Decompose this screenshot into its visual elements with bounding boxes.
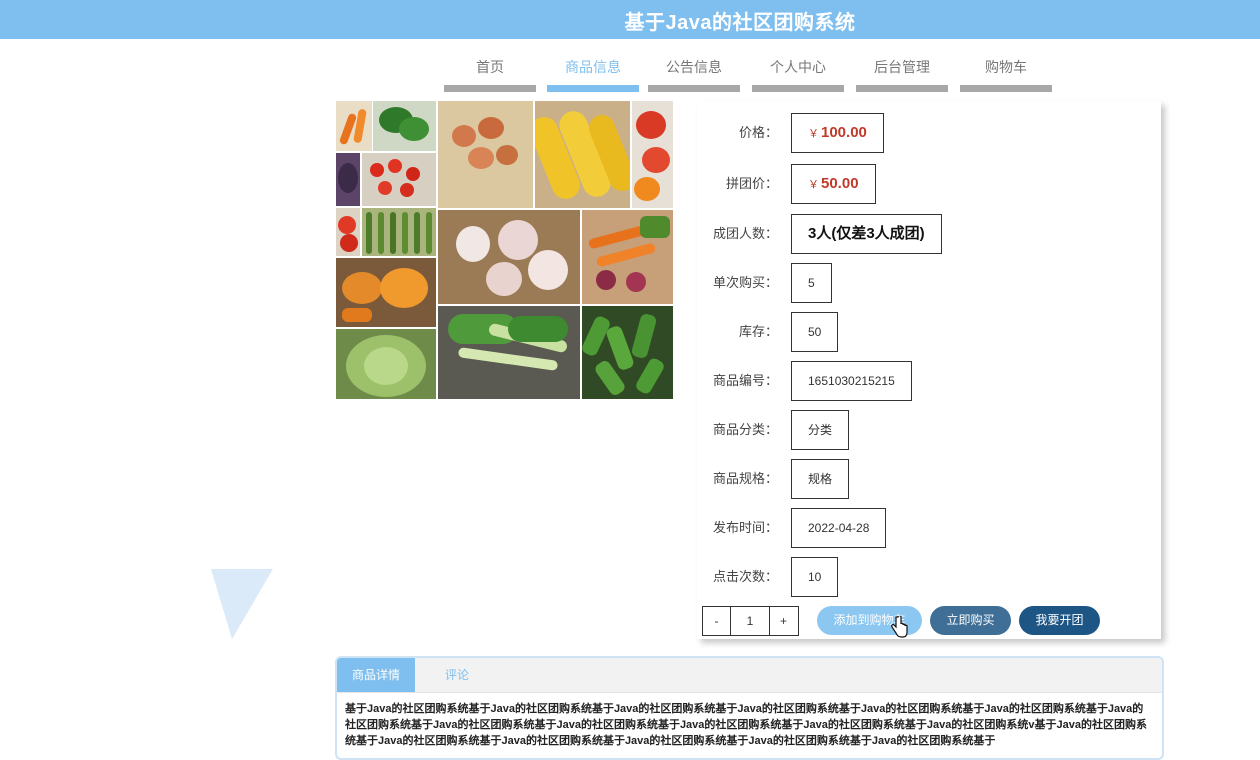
hand-cursor-icon: [891, 616, 908, 638]
spec-row: 商品规格： 规格: [697, 459, 1161, 499]
nav-admin[interactable]: 后台管理: [856, 52, 948, 92]
decorative-triangle: [201, 569, 273, 639]
group-price-label: 拼团价：: [725, 176, 778, 191]
category-value: 分类: [791, 410, 850, 450]
price-label: 价格：: [738, 125, 778, 140]
nav-products[interactable]: 商品信息: [547, 52, 639, 92]
spec-label: 商品规格：: [712, 471, 778, 486]
currency-symbol: ￥: [808, 128, 819, 140]
category-row: 商品分类： 分类: [697, 410, 1161, 450]
stock-value: 50: [791, 312, 839, 352]
code-value: 1651030215215: [791, 361, 912, 401]
quantity-stepper: - 1 +: [702, 606, 799, 636]
buy-now-button[interactable]: 立即购买: [930, 606, 1011, 635]
nav-personal-center-label: 个人中心: [770, 59, 826, 75]
clicks-row: 点击次数： 10: [697, 557, 1161, 597]
quantity-increase-button[interactable]: +: [769, 607, 797, 635]
code-row: 商品编号： 1651030215215: [697, 361, 1161, 401]
nav-home-label: 首页: [476, 59, 504, 75]
category-label: 商品分类：: [712, 422, 778, 437]
group-size-row: 成团人数： 3人(仅差3人成团): [697, 214, 1161, 254]
nav-products-label: 商品信息: [565, 59, 621, 75]
product-detail-text: 基于Java的社区团购系统基于Java的社区团购系统基于Java的社区团购系统基…: [345, 703, 1147, 747]
top-header-bar: 基于Java的社区团购系统: [0, 0, 1260, 39]
stock-label: 库存：: [738, 324, 778, 339]
nav-cart[interactable]: 购物车: [960, 52, 1052, 92]
group-size-value: 3人(仅差3人成团): [791, 214, 942, 254]
stock-row: 库存： 50: [697, 312, 1161, 352]
nav-announcements-label: 公告信息: [666, 59, 722, 75]
nav-cart-label: 购物车: [985, 59, 1027, 75]
per-purchase-label: 单次购买：: [712, 275, 778, 290]
publish-time-row: 发布时间： 2022-04-28: [697, 508, 1161, 548]
group-price-row: 拼团价： ￥ 50.00: [697, 164, 1161, 204]
nav-announcements[interactable]: 公告信息: [648, 52, 740, 92]
per-purchase-value: 5: [791, 263, 832, 303]
spec-value: 规格: [791, 459, 850, 499]
quantity-decrease-button[interactable]: -: [703, 607, 731, 635]
group-size-label: 成团人数：: [712, 226, 778, 241]
start-group-button[interactable]: 我要开团: [1019, 606, 1100, 635]
group-price-value-box: ￥ 50.00: [791, 164, 876, 204]
site-title: 基于Java的社区团购系统: [624, 12, 856, 34]
tab-bar: 商品详情 评论: [337, 658, 1162, 693]
product-image: [336, 101, 673, 399]
publish-time-label: 发布时间：: [712, 520, 778, 535]
per-purchase-row: 单次购买： 5: [697, 263, 1161, 303]
clicks-label: 点击次数：: [712, 569, 778, 584]
price-row: 价格： ￥ 100.00: [697, 113, 1161, 153]
group-price-value: 50.00: [821, 175, 859, 192]
publish-time-value: 2022-04-28: [791, 508, 887, 548]
price-value-box: ￥ 100.00: [791, 113, 884, 153]
clicks-value: 10: [791, 557, 839, 597]
nav-admin-label: 后台管理: [874, 59, 930, 75]
nav-home[interactable]: 首页: [444, 52, 536, 92]
product-info-panel: 价格： ￥ 100.00 拼团价： ￥ 50.00 成团人数： 3人(仅差3人成团)…: [697, 101, 1161, 639]
code-label: 商品编号：: [712, 373, 778, 388]
quantity-input[interactable]: 1: [731, 607, 769, 635]
detail-tabs: 商品详情 评论 基于Java的社区团购系统基于Java的社区团购系统基于Java…: [335, 656, 1164, 760]
price-value: 100.00: [821, 124, 867, 141]
nav-personal-center[interactable]: 个人中心: [752, 52, 844, 92]
tab-product-detail[interactable]: 商品详情: [337, 658, 415, 692]
currency-symbol: ￥: [808, 179, 819, 191]
tab-comments[interactable]: 评论: [415, 658, 499, 692]
